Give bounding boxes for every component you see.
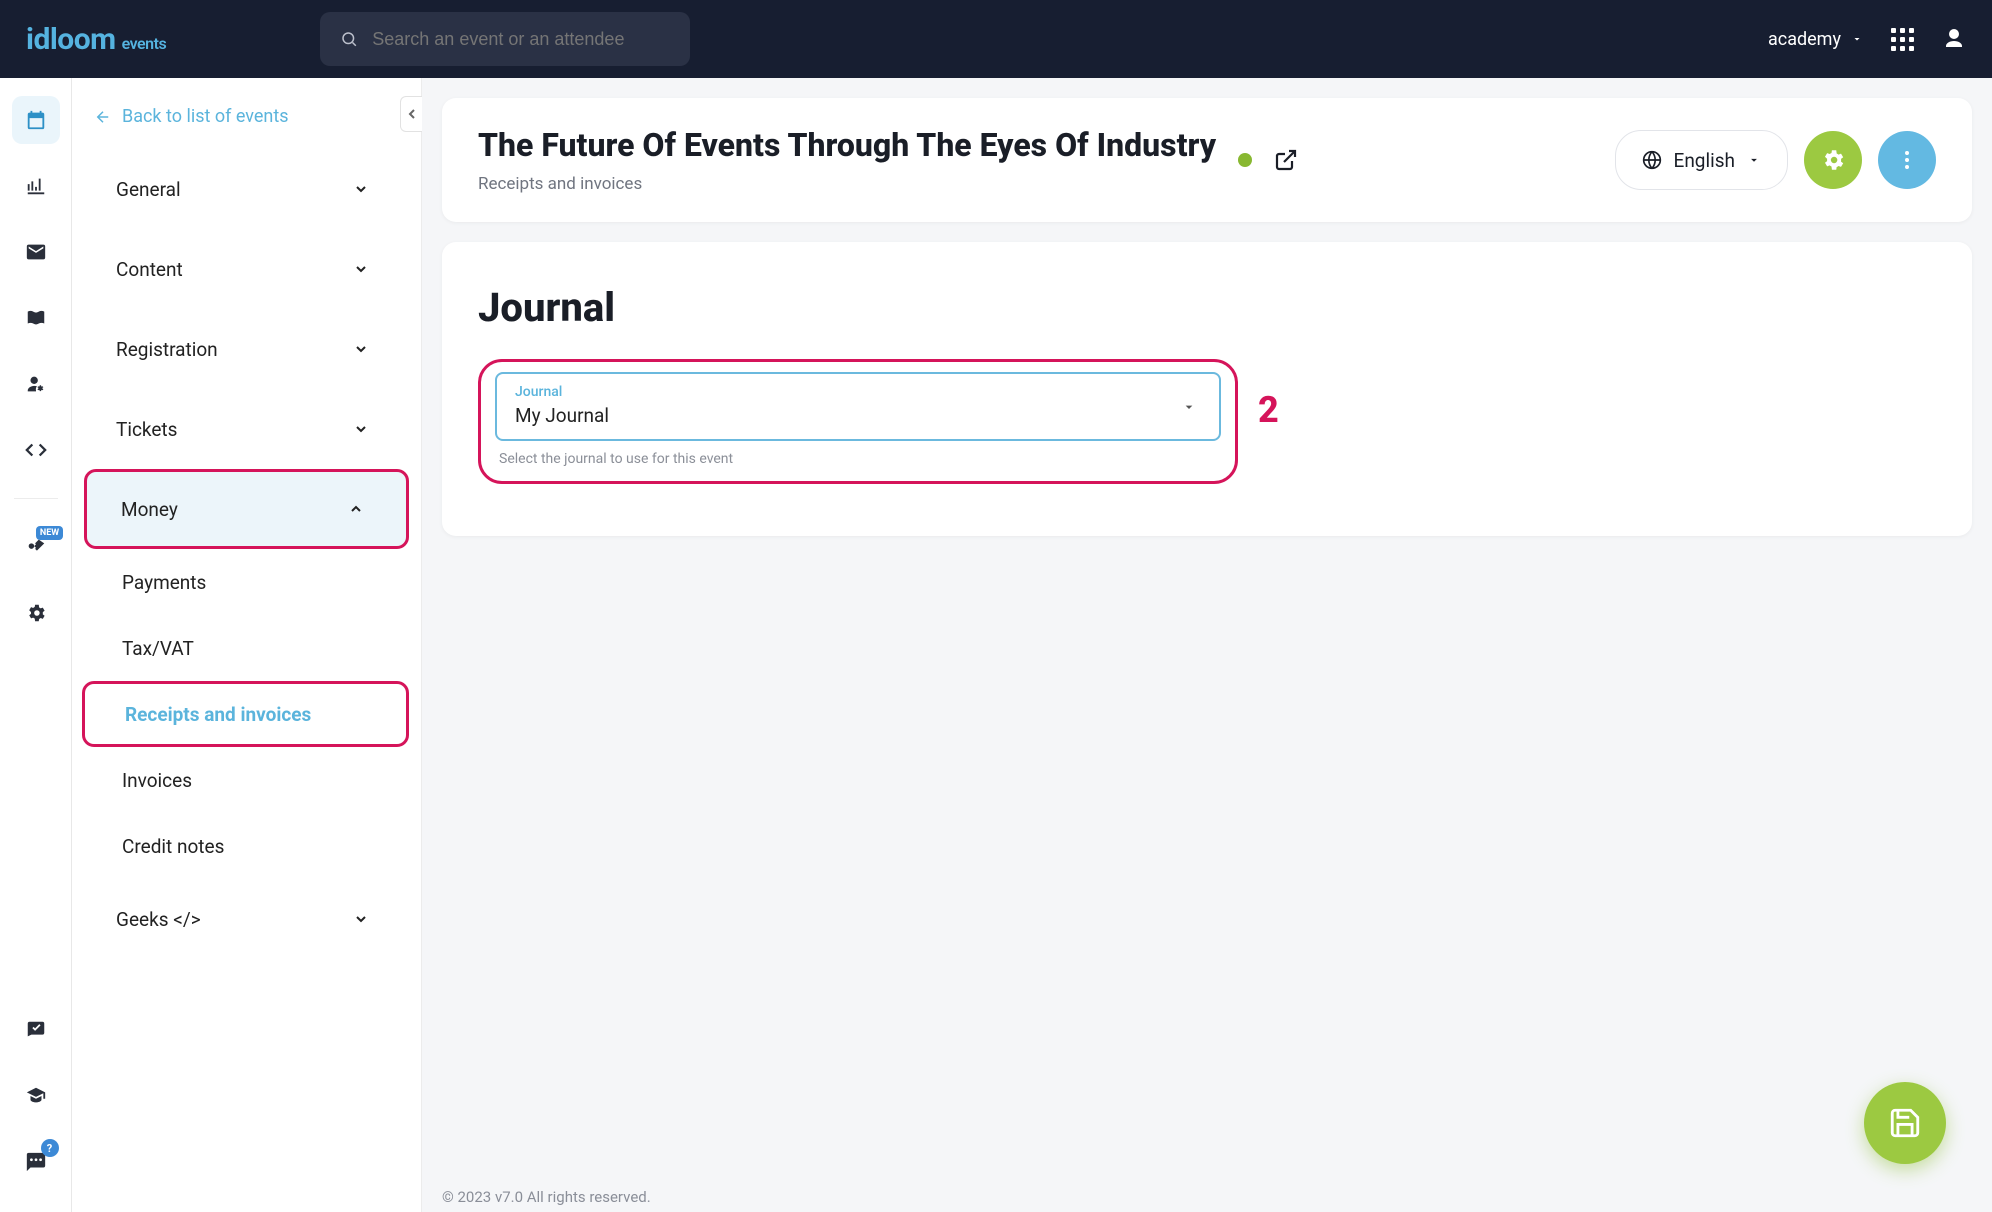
event-title: The Future Of Events Through The Eyes Of… <box>478 126 1216 164</box>
top-header: idloom events academy <box>0 0 1992 78</box>
sub-label: Payments <box>122 571 206 594</box>
sub-invoices[interactable]: Invoices <box>82 747 411 813</box>
apps-grid-icon[interactable] <box>1891 28 1914 51</box>
sidebar-collapse-button[interactable] <box>400 96 422 132</box>
nav-geeks[interactable]: Geeks </> <box>82 879 411 959</box>
select-label: Journal <box>515 384 1201 400</box>
brand-logo[interactable]: idloom events <box>26 22 166 57</box>
caret-down-icon <box>1747 153 1761 167</box>
chevron-up-icon <box>348 501 364 517</box>
rail-book-icon[interactable] <box>12 294 60 342</box>
rail-mail-icon[interactable] <box>12 228 60 276</box>
rail-divider <box>14 498 58 499</box>
rail-checkin-icon[interactable] <box>12 1006 60 1054</box>
journal-highlight-box: Journal My Journal Select the journal to… <box>478 359 1238 484</box>
nav-general[interactable]: General <box>82 149 411 229</box>
sub-tax-vat[interactable]: Tax/VAT <box>82 615 411 681</box>
language-label: English <box>1674 149 1735 172</box>
icon-rail: NEW ? <box>0 78 72 1212</box>
nav-money[interactable]: Money <box>84 469 409 549</box>
nav-label: Registration <box>116 338 218 361</box>
chevron-down-icon <box>353 341 369 357</box>
gear-icon <box>1820 147 1846 173</box>
arrow-left-icon <box>94 108 112 126</box>
external-link-icon[interactable] <box>1274 148 1298 172</box>
select-value: My Journal <box>515 404 1201 427</box>
chevron-down-icon <box>353 261 369 277</box>
nav-label: Money <box>121 498 178 521</box>
back-to-events-link[interactable]: Back to list of events <box>72 100 421 149</box>
sub-payments[interactable]: Payments <box>82 549 411 615</box>
save-fab[interactable] <box>1864 1082 1946 1164</box>
search-icon <box>340 29 358 49</box>
main-content: The Future Of Events Through The Eyes Of… <box>422 78 1992 1212</box>
rail-events-icon[interactable] <box>12 96 60 144</box>
chevron-down-icon <box>353 421 369 437</box>
save-icon <box>1888 1106 1922 1140</box>
status-dot-icon <box>1238 153 1252 167</box>
nav-content[interactable]: Content <box>82 229 411 309</box>
account-menu[interactable]: academy <box>1768 29 1863 50</box>
annotation-2: 2 <box>1258 389 1279 431</box>
back-link-label: Back to list of events <box>122 106 289 127</box>
footer-text: © 2023 v7.0 All rights reserved. <box>442 1188 651 1206</box>
rail-key-icon[interactable]: NEW <box>12 523 60 571</box>
sidebar-nav: Back to list of events General Content R… <box>72 78 422 1212</box>
nav-label: Tickets <box>116 418 177 441</box>
brand-sub: events <box>122 34 167 53</box>
journal-section: Journal Journal My Journal Select the jo… <box>442 242 1972 536</box>
caret-down-icon <box>1851 33 1863 45</box>
rail-chat-icon[interactable]: ? <box>12 1138 60 1186</box>
sub-credit-notes[interactable]: Credit notes <box>82 813 411 879</box>
nav-tickets[interactable]: Tickets <box>82 389 411 469</box>
chevron-down-icon <box>353 911 369 927</box>
brand-main: idloom <box>26 22 116 57</box>
sub-label: Tax/VAT <box>122 637 194 660</box>
rail-academy-icon[interactable] <box>12 1072 60 1120</box>
rail-settings-icon[interactable] <box>12 589 60 637</box>
more-button[interactable] <box>1878 131 1936 189</box>
globe-icon <box>1642 150 1662 170</box>
user-icon[interactable] <box>1942 27 1966 51</box>
sub-receipts-invoices[interactable]: Receipts and invoices <box>82 681 409 747</box>
new-badge: NEW <box>36 526 63 540</box>
journal-select[interactable]: Journal My Journal <box>495 372 1221 441</box>
nav-label: Content <box>116 258 183 281</box>
nav-registration[interactable]: Registration <box>82 309 411 389</box>
event-header-card: The Future Of Events Through The Eyes Of… <box>442 98 1972 222</box>
search-bar[interactable] <box>320 12 690 66</box>
chevron-down-icon <box>353 181 369 197</box>
more-vertical-icon <box>1895 148 1919 172</box>
section-heading: Journal <box>478 284 1936 331</box>
sub-label: Credit notes <box>122 835 224 858</box>
breadcrumb: Receipts and invoices <box>478 174 1216 194</box>
chevron-left-icon <box>404 106 420 122</box>
settings-button[interactable] <box>1804 131 1862 189</box>
caret-down-icon <box>1181 399 1197 415</box>
nav-label: General <box>116 178 181 201</box>
select-help-text: Select the journal to use for this event <box>495 451 1221 467</box>
help-badge: ? <box>41 1139 59 1157</box>
search-input[interactable] <box>372 29 670 50</box>
account-label: academy <box>1768 29 1841 50</box>
sub-label: Invoices <box>122 769 192 792</box>
sub-label: Receipts and invoices <box>125 703 311 726</box>
rail-stats-icon[interactable] <box>12 162 60 210</box>
rail-user-cog-icon[interactable] <box>12 360 60 408</box>
rail-code-icon[interactable] <box>12 426 60 474</box>
language-selector[interactable]: English <box>1615 130 1788 190</box>
nav-label: Geeks </> <box>116 908 201 931</box>
